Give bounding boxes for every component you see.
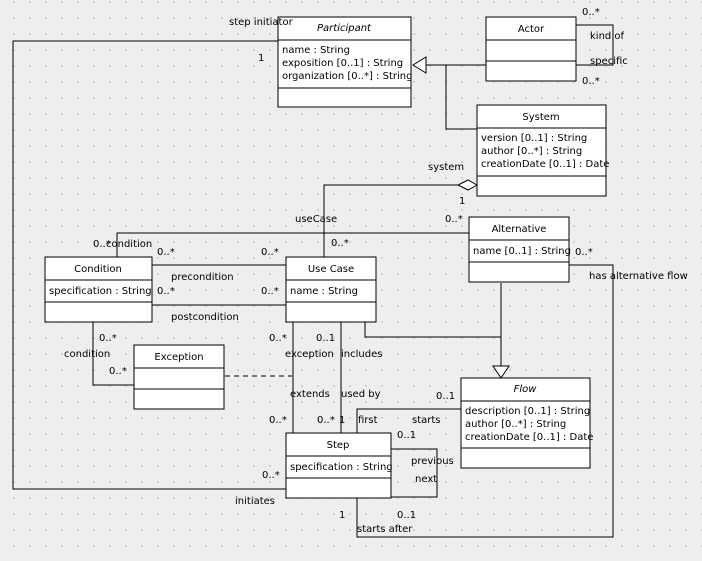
multiplicity-label: 0..* bbox=[331, 238, 349, 249]
role-label: condition bbox=[64, 349, 110, 360]
multiplicity-label: 0..* bbox=[269, 415, 287, 426]
multiplicity-label: 0..* bbox=[157, 247, 175, 258]
role-label: kind of bbox=[590, 31, 625, 42]
role-label: condition bbox=[106, 239, 152, 250]
role-label: previous bbox=[411, 456, 454, 467]
class-system[interactable]: System version [0..1] : String author [0… bbox=[476, 104, 609, 197]
class-flow-attr: creationDate [0..1] : Date bbox=[465, 432, 593, 443]
role-label: exception bbox=[285, 349, 334, 360]
class-flow[interactable]: Flow description [0..1] : String author … bbox=[460, 377, 593, 469]
role-label: first bbox=[358, 415, 378, 426]
role-label: postcondition bbox=[171, 312, 239, 323]
multiplicity-label: 0..* bbox=[99, 333, 117, 344]
class-exception-name: Exception bbox=[154, 352, 203, 363]
class-system-attr: author [0..*] : String bbox=[481, 146, 582, 157]
multiplicity-label: 0..1 bbox=[316, 333, 335, 344]
class-system-name: System bbox=[522, 112, 559, 123]
role-label: specific bbox=[590, 56, 628, 67]
role-label: useCase bbox=[295, 214, 337, 225]
role-label: initiates bbox=[235, 496, 275, 507]
multiplicity-label: 1 bbox=[459, 196, 465, 207]
class-participant-attr: organization [0..*] : String bbox=[282, 71, 412, 82]
class-usecase[interactable]: Use Case name : String bbox=[285, 256, 377, 323]
multiplicity-label: 0..* bbox=[575, 247, 593, 258]
class-usecase-attr: name : String bbox=[290, 286, 358, 297]
class-flow-attr: author [0..*] : String bbox=[465, 419, 566, 430]
class-actor-name: Actor bbox=[518, 24, 545, 35]
class-participant-name: Participant bbox=[317, 23, 372, 34]
class-alternative[interactable]: Alternative name [0..1] : String bbox=[468, 216, 571, 283]
multiplicity-label: 1 bbox=[339, 510, 345, 521]
class-condition-name: Condition bbox=[74, 264, 122, 275]
class-system-attr: version [0..1] : String bbox=[481, 133, 587, 144]
class-participant-attr: exposition [0..1] : String bbox=[282, 58, 403, 69]
multiplicity-label: 0..* bbox=[109, 366, 127, 377]
multiplicity-label: 0..* bbox=[157, 286, 175, 297]
role-label: next bbox=[415, 474, 437, 485]
multiplicity-label: 1 bbox=[339, 415, 345, 426]
class-usecase-name: Use Case bbox=[308, 264, 354, 275]
multiplicity-label: 0..* bbox=[582, 76, 600, 87]
multiplicity-label: 0..1 bbox=[397, 430, 416, 441]
multiplicity-label: 0..* bbox=[269, 333, 287, 344]
multiplicity-label: 0..* bbox=[445, 214, 463, 225]
class-flow-name: Flow bbox=[514, 384, 538, 395]
multiplicity-label: 0..1 bbox=[436, 391, 455, 402]
class-actor[interactable]: Actor bbox=[485, 16, 577, 82]
multiplicity-label: 0..* bbox=[262, 470, 280, 481]
class-participant[interactable]: Participant name : String exposition [0.… bbox=[277, 16, 412, 108]
class-alternative-name: Alternative bbox=[492, 224, 547, 235]
role-label: extends bbox=[290, 389, 330, 400]
role-label: starts bbox=[412, 415, 441, 426]
multiplicity-label: 0..* bbox=[582, 7, 600, 18]
multiplicity-label: 0..* bbox=[261, 247, 279, 258]
class-step-name: Step bbox=[327, 440, 350, 451]
class-system-attr: creationDate [0..1] : Date bbox=[481, 159, 609, 170]
multiplicity-label: 0..* bbox=[317, 415, 335, 426]
class-flow-attr: description [0..1] : String bbox=[465, 406, 590, 417]
class-exception[interactable]: Exception bbox=[133, 344, 225, 410]
role-label: system bbox=[428, 162, 464, 173]
role-label: precondition bbox=[171, 272, 234, 283]
role-label: has alternative flow bbox=[589, 271, 688, 282]
class-step[interactable]: Step specification : String bbox=[285, 432, 393, 499]
role-label: includes bbox=[341, 349, 382, 360]
role-label: step initiator bbox=[229, 17, 294, 28]
class-condition-attr: specification : String bbox=[49, 286, 152, 297]
multiplicity-label: 0..1 bbox=[397, 510, 416, 521]
multiplicity-label: 0..* bbox=[261, 286, 279, 297]
class-participant-attr: name : String bbox=[282, 45, 350, 56]
role-label: used by bbox=[341, 389, 381, 400]
class-alternative-attr: name [0..1] : String bbox=[473, 246, 571, 257]
multiplicity-label: 1 bbox=[258, 53, 264, 64]
role-label: starts after bbox=[357, 524, 413, 535]
class-step-attr: specification : String bbox=[290, 462, 393, 473]
uml-diagram-canvas: Participant name : String exposition [0.… bbox=[0, 0, 702, 561]
class-condition[interactable]: Condition specification : String bbox=[44, 256, 153, 323]
